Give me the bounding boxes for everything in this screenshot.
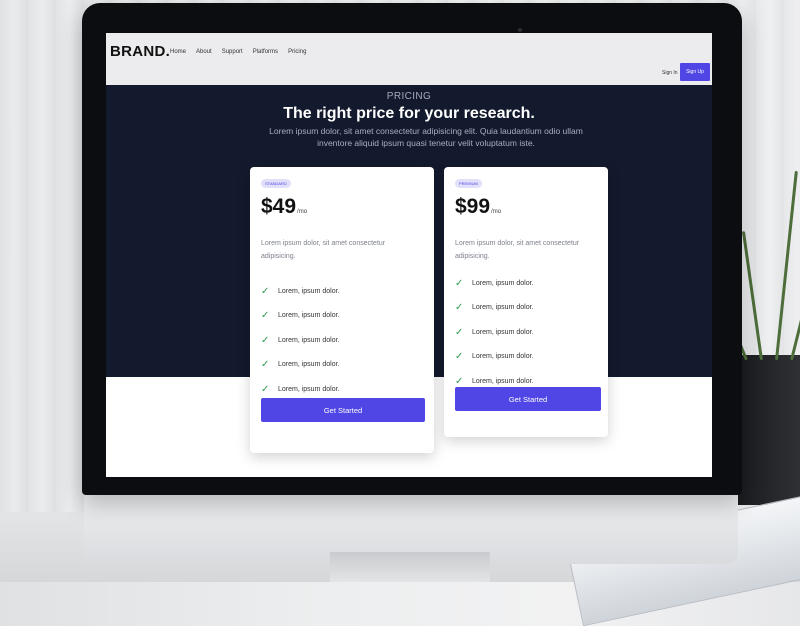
price-period: /mo xyxy=(491,209,502,215)
feature-label: Lorem, ipsum dolor. xyxy=(472,328,534,336)
navbar: BRAND. Home About Support Platforms Pric… xyxy=(106,33,712,85)
plan-price: $49/mo xyxy=(261,195,307,219)
feature-item: ✓ Lorem, ipsum dolor. xyxy=(261,304,339,329)
feature-list: ✓ Lorem, ipsum dolor. ✓ Lorem, ipsum dolor… xyxy=(455,271,533,394)
feature-item: ✓ Lorem, ipsum dolor. xyxy=(261,279,339,304)
plan-description: Lorem ipsum dolor, sit amet consectetur … xyxy=(261,240,386,260)
plan-badge: STANDARD xyxy=(261,179,291,188)
camera-dot xyxy=(518,28,522,32)
monitor-stand xyxy=(330,552,490,582)
section-eyebrow: PRICING xyxy=(386,91,432,102)
get-started-button[interactable]: Get Started xyxy=(261,398,425,422)
plant-pot xyxy=(735,355,800,505)
get-started-button[interactable]: Get Started xyxy=(455,387,601,411)
check-icon: ✓ xyxy=(455,326,464,338)
check-icon: ✓ xyxy=(455,302,464,314)
sign-up-button[interactable]: Sign Up xyxy=(680,63,710,81)
check-icon: ✓ xyxy=(261,310,270,322)
feature-item: ✓ Lorem, ipsum dolor. xyxy=(455,320,533,345)
check-icon: ✓ xyxy=(261,334,270,346)
check-icon: ✓ xyxy=(261,285,270,297)
feature-item: ✓ Lorem, ipsum dolor. xyxy=(455,296,533,321)
nav-link-home[interactable]: Home xyxy=(170,49,186,55)
pricing-card-standard: STANDARD $49/mo Lorem ipsum dolor, sit a… xyxy=(250,167,434,453)
feature-label: Lorem, ipsum dolor. xyxy=(278,361,340,369)
nav-links: Home About Support Platforms Pricing xyxy=(170,49,306,55)
feature-label: Lorem, ipsum dolor. xyxy=(278,312,340,320)
plan-badge: PREMIUM xyxy=(455,179,482,188)
feature-label: Lorem, ipsum dolor. xyxy=(278,385,340,393)
brand-logo[interactable]: BRAND. xyxy=(110,43,170,60)
feature-label: Lorem, ipsum dolor. xyxy=(472,377,534,385)
nav-link-pricing[interactable]: Pricing xyxy=(288,49,306,55)
page-title: The right price for your research. xyxy=(283,105,535,122)
check-icon: ✓ xyxy=(455,375,464,387)
plan-price: $99/mo xyxy=(455,195,501,219)
price-amount: $99 xyxy=(455,195,491,218)
website-screen: BRAND. Home About Support Platforms Pric… xyxy=(106,33,712,477)
feature-item: ✓ Lorem, ipsum dolor. xyxy=(261,328,339,353)
check-icon: ✓ xyxy=(455,277,464,289)
nav-link-support[interactable]: Support xyxy=(222,49,243,55)
check-icon: ✓ xyxy=(261,359,270,371)
sign-in-link[interactable]: Sign In xyxy=(662,70,678,76)
feature-label: Lorem, ipsum dolor. xyxy=(278,336,340,344)
feature-label: Lorem, ipsum dolor. xyxy=(472,353,534,361)
feature-label: Lorem, ipsum dolor. xyxy=(472,304,534,312)
feature-label: Lorem, ipsum dolor. xyxy=(472,279,534,287)
plan-description: Lorem ipsum dolor, sit amet consectetur … xyxy=(455,240,580,260)
feature-label: Lorem, ipsum dolor. xyxy=(278,287,340,295)
nav-link-platforms[interactable]: Platforms xyxy=(253,49,278,55)
check-icon: ✓ xyxy=(455,351,464,363)
price-period: /mo xyxy=(297,209,308,215)
feature-item: ✓ Lorem, ipsum dolor. xyxy=(455,345,533,370)
nav-link-about[interactable]: About xyxy=(196,49,212,55)
pricing-card-premium: PREMIUM $99/mo Lorem ipsum dolor, sit am… xyxy=(444,167,608,437)
check-icon: ✓ xyxy=(261,383,270,395)
page-subtitle: Lorem ipsum dolor, sit amet consectetur … xyxy=(269,126,583,148)
feature-item: ✓ Lorem, ipsum dolor. xyxy=(261,353,339,378)
feature-item: ✓ Lorem, ipsum dolor. xyxy=(455,271,533,296)
price-amount: $49 xyxy=(261,195,297,218)
feature-list: ✓ Lorem, ipsum dolor. ✓ Lorem, ipsum dolor… xyxy=(261,279,339,402)
